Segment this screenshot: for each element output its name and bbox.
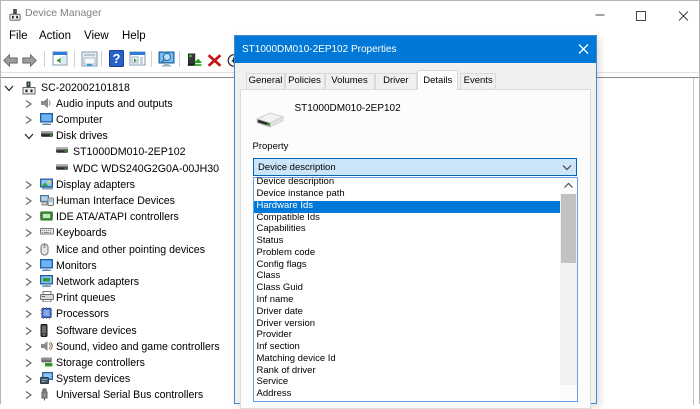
svg-text:?: ? [113, 51, 121, 66]
